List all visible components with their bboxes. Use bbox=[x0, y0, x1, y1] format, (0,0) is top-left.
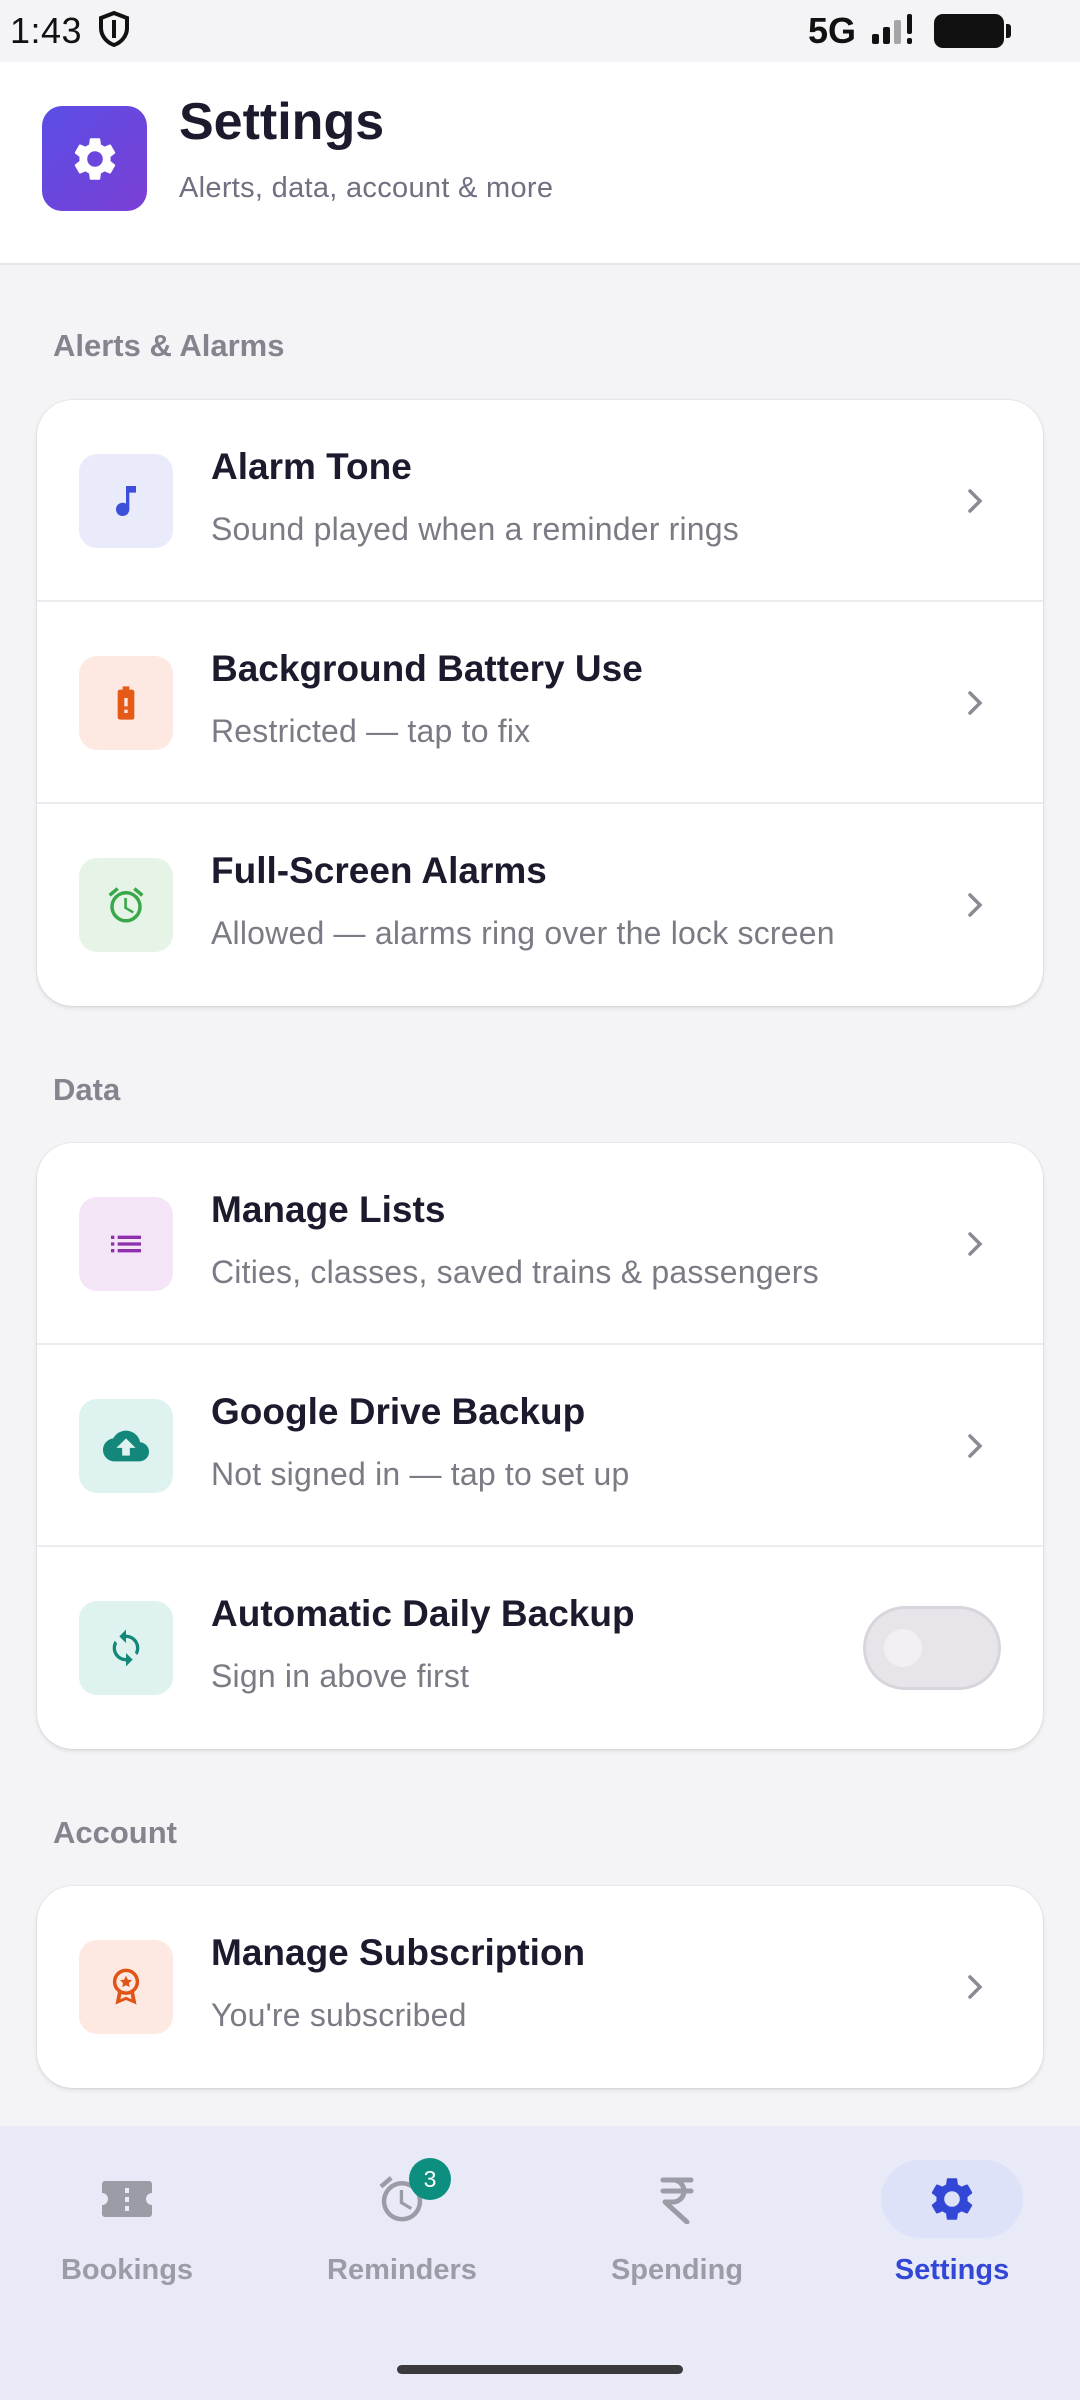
chevron-right-icon bbox=[959, 1429, 993, 1463]
bottom-nav: Bookings 3 Reminders Spending Settings bbox=[0, 2126, 1080, 2400]
row-subtitle: Not signed in — tap to set up bbox=[211, 1456, 630, 1492]
section-label-alerts: Alerts & Alarms bbox=[53, 328, 285, 363]
row-subtitle: Sign in above first bbox=[211, 1658, 470, 1694]
nav-label: Settings bbox=[894, 2254, 1010, 2286]
row-title: Full-Screen Alarms bbox=[211, 850, 547, 891]
card-account: Manage Subscription You're subscribed bbox=[37, 1886, 1043, 2088]
home-indicator[interactable] bbox=[397, 2365, 683, 2374]
battery-alert-icon bbox=[79, 656, 173, 750]
battery-icon bbox=[934, 14, 1011, 48]
chevron-right-icon bbox=[959, 1227, 993, 1261]
manage-subscription-row[interactable]: Manage Subscription You're subscribed bbox=[37, 1886, 1043, 2088]
automatic-daily-backup-row: Automatic Daily Backup Sign in above fir… bbox=[37, 1547, 1043, 1749]
sync-icon bbox=[79, 1601, 173, 1695]
chevron-right-icon bbox=[959, 1970, 993, 2004]
nav-spending[interactable]: Spending bbox=[542, 2160, 812, 2310]
chevron-right-icon bbox=[959, 888, 993, 922]
page-subtitle: Alerts, data, account & more bbox=[179, 172, 554, 204]
network-type: 5G bbox=[807, 10, 856, 51]
gear-icon bbox=[881, 2160, 1023, 2238]
row-title: Manage Lists bbox=[211, 1189, 446, 1230]
toggle-knob bbox=[884, 1629, 922, 1667]
background-battery-row[interactable]: Background Battery Use Restricted — tap … bbox=[37, 602, 1043, 804]
chevron-right-icon bbox=[959, 484, 993, 518]
page-title: Settings bbox=[179, 93, 385, 151]
nav-label: Bookings bbox=[60, 2254, 194, 2286]
row-subtitle: Sound played when a reminder rings bbox=[211, 511, 740, 547]
full-screen-alarms-row[interactable]: Full-Screen Alarms Allowed — alarms ring… bbox=[37, 804, 1043, 1006]
row-subtitle: Restricted — tap to fix bbox=[211, 713, 531, 749]
rupee-icon bbox=[606, 2160, 748, 2238]
manage-lists-row[interactable]: Manage Lists Cities, classes, saved trai… bbox=[37, 1143, 1043, 1345]
signal-icon bbox=[870, 12, 920, 51]
row-subtitle: You're subscribed bbox=[211, 1997, 467, 2033]
music-note-icon bbox=[79, 454, 173, 548]
alarm-icon: 3 bbox=[331, 2158, 473, 2238]
shield-icon bbox=[98, 10, 130, 52]
nav-label: Reminders bbox=[327, 2254, 477, 2286]
nav-reminders[interactable]: 3 Reminders bbox=[267, 2158, 537, 2310]
list-icon bbox=[79, 1197, 173, 1291]
card-alerts: Alarm Tone Sound played when a reminder … bbox=[37, 400, 1043, 1006]
ticket-icon bbox=[56, 2160, 198, 2238]
gear-icon bbox=[42, 106, 147, 211]
daily-backup-toggle[interactable] bbox=[863, 1606, 1001, 1690]
row-subtitle: Allowed — alarms ring over the lock scre… bbox=[211, 915, 835, 951]
status-bar: 1:43 5G bbox=[0, 0, 1080, 62]
page-header: Settings Alerts, data, account & more bbox=[0, 62, 1080, 265]
row-title: Manage Subscription bbox=[211, 1932, 586, 1973]
status-time: 1:43 bbox=[10, 10, 83, 51]
alarm-clock-icon bbox=[79, 858, 173, 952]
reminders-count-badge: 3 bbox=[409, 2158, 451, 2200]
row-subtitle: Cities, classes, saved trains & passenge… bbox=[211, 1254, 819, 1290]
chevron-right-icon bbox=[959, 686, 993, 720]
cloud-upload-icon bbox=[79, 1399, 173, 1493]
award-ribbon-icon bbox=[79, 1940, 173, 2034]
row-title: Background Battery Use bbox=[211, 648, 643, 689]
nav-settings[interactable]: Settings bbox=[817, 2160, 1080, 2310]
card-data: Manage Lists Cities, classes, saved trai… bbox=[37, 1143, 1043, 1749]
row-title: Alarm Tone bbox=[211, 446, 412, 487]
row-title: Google Drive Backup bbox=[211, 1391, 586, 1432]
nav-bookings[interactable]: Bookings bbox=[0, 2160, 262, 2310]
nav-label: Spending bbox=[610, 2254, 744, 2286]
alarm-tone-row[interactable]: Alarm Tone Sound played when a reminder … bbox=[37, 400, 1043, 602]
section-label-account: Account bbox=[53, 1815, 177, 1850]
google-drive-backup-row[interactable]: Google Drive Backup Not signed in — tap … bbox=[37, 1345, 1043, 1547]
row-title: Automatic Daily Backup bbox=[211, 1593, 635, 1634]
section-label-data: Data bbox=[53, 1072, 121, 1107]
